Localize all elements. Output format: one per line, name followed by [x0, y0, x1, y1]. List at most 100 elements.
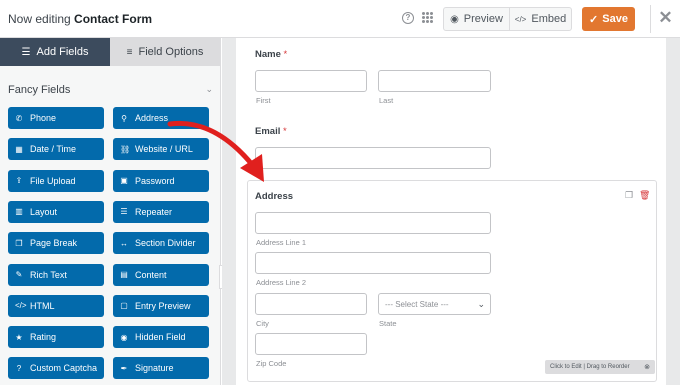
trash-icon[interactable]: 🗑 — [639, 190, 650, 201]
address-label: Address — [255, 191, 294, 202]
last-name-input[interactable] — [378, 70, 491, 92]
field-button-label: Page Break — [30, 238, 78, 249]
field-button-label: Entry Preview — [135, 300, 191, 311]
address-line2-input[interactable] — [255, 252, 491, 274]
reorder-hint: Click to Edit | Drag to Reorder ⊗ — [545, 360, 655, 374]
lock-icon: ▣ — [120, 176, 128, 186]
check-icon: ✓ — [589, 13, 599, 26]
preview-label: Preview — [463, 13, 503, 25]
field-button-signature[interactable]: ✒ Signature — [113, 357, 209, 380]
question-icon: ? — [16, 363, 22, 373]
field-button-html[interactable]: </> HTML — [8, 294, 104, 317]
phone-icon: ✆ — [15, 113, 23, 123]
preview-icon: ▢ — [120, 301, 128, 311]
address-line1-sublabel: Address Line 1 — [256, 238, 307, 247]
field-button-section-divider[interactable]: ↔ Section Divider — [113, 232, 209, 255]
copy-icon: ❐ — [15, 238, 23, 248]
editing-prefix: Now editing — [8, 12, 71, 26]
field-button-content[interactable]: ▤ Content — [113, 263, 209, 286]
required-mark: * — [283, 49, 288, 60]
field-button-label: Signature — [135, 363, 174, 374]
field-button-label: Rich Text — [30, 269, 67, 280]
eye-slash-icon: ◉ — [120, 332, 128, 342]
state-select[interactable]: --- Select State --- ⌄ — [378, 293, 491, 315]
field-button-label: Hidden Field — [135, 332, 186, 343]
field-button-label: HTML — [30, 300, 55, 311]
edit-icon: ✎ — [15, 270, 23, 279]
embed-label: Embed — [531, 13, 567, 25]
field-button-address[interactable]: ⚲ Address — [113, 107, 209, 129]
map-pin-icon: ⚲ — [121, 113, 127, 123]
section-title: Fancy Fields — [8, 84, 71, 96]
field-button-custom-captcha[interactable]: ? Custom Captcha — [8, 357, 104, 380]
field-button-password[interactable]: ▣ Password — [113, 169, 209, 192]
close-circle-icon[interactable]: ⊗ — [644, 363, 650, 371]
state-placeholder: --- Select State --- — [385, 299, 449, 309]
tab-add-fields[interactable]: ☰ Add Fields — [0, 38, 110, 66]
code-icon: </> — [514, 14, 527, 24]
field-button-label: Custom Captcha — [30, 363, 98, 374]
sidebar-tabs: ☰ Add Fields ≡ Field Options — [0, 38, 220, 66]
fancy-fields-header[interactable]: Fancy Fields ⌄ — [8, 84, 213, 96]
list-icon: ☰ — [21, 46, 31, 58]
field-button-label: Address — [135, 113, 169, 123]
editing-title: Now editing Contact Form — [8, 12, 152, 26]
zip-input[interactable] — [255, 333, 367, 355]
chevron-down-icon: ⌄ — [205, 84, 213, 94]
tab-label: Add Fields — [36, 46, 89, 58]
last-sublabel: Last — [379, 96, 394, 105]
field-button-layout[interactable]: ▥ Layout — [8, 200, 104, 223]
email-input[interactable] — [255, 147, 491, 169]
chevron-down-icon: ⌄ — [477, 298, 485, 309]
field-button-page-break[interactable]: ❐ Page Break — [8, 232, 104, 255]
field-button-label: Date / Time — [30, 144, 77, 155]
star-icon: ★ — [15, 332, 23, 342]
tab-field-options[interactable]: ≡ Field Options — [110, 38, 220, 66]
field-button-date-time[interactable]: ▦ Date / Time — [8, 138, 104, 161]
field-button-hidden-field[interactable]: ◉ Hidden Field — [113, 326, 209, 349]
help-icon[interactable]: ? — [402, 12, 414, 24]
layout-icon: ▥ — [15, 207, 23, 217]
field-button-entry-preview[interactable]: ▢ Entry Preview — [113, 294, 209, 317]
upload-icon: ⇪ — [15, 176, 23, 186]
field-button-label: Phone — [30, 113, 57, 123]
close-icon[interactable]: ✕ — [650, 5, 680, 33]
field-button-file-upload[interactable]: ⇪ File Upload — [8, 169, 104, 192]
field-button-website-url[interactable]: ⛓ Website / URL — [113, 138, 209, 161]
save-label: Save — [602, 13, 628, 25]
top-bar: Now editing Contact Form ? ◉ Preview </>… — [0, 0, 680, 38]
city-input[interactable] — [255, 293, 367, 315]
field-button-phone[interactable]: ✆ Phone — [8, 107, 104, 129]
preview-embed-group: ◉ Preview </> Embed — [443, 7, 572, 31]
sliders-icon: ≡ — [126, 46, 133, 58]
save-button[interactable]: ✓ Save — [582, 7, 635, 31]
preview-button[interactable]: ◉ Preview — [444, 8, 510, 30]
duplicate-icon[interactable]: ❐ — [625, 190, 633, 201]
field-button-repeater[interactable]: ☰ Repeater — [113, 200, 209, 223]
field-button-label: Password — [135, 175, 175, 186]
embed-button[interactable]: </> Embed — [510, 8, 571, 30]
email-label[interactable]: Email * — [255, 126, 287, 137]
name-label[interactable]: Name * — [255, 49, 287, 60]
first-name-input[interactable] — [255, 70, 367, 92]
zip-sublabel: Zip Code — [256, 359, 287, 368]
state-sublabel: State — [379, 319, 397, 328]
field-button-rating[interactable]: ★ Rating — [8, 326, 104, 349]
first-sublabel: First — [256, 96, 271, 105]
field-button-rich-text[interactable]: ✎ Rich Text — [8, 263, 104, 286]
code-icon: </> — [15, 301, 27, 311]
field-button-label: File Upload — [30, 175, 76, 186]
link-icon: ⛓ — [120, 144, 131, 154]
address-line1-input[interactable] — [255, 212, 491, 234]
field-button-label: Rating — [30, 332, 57, 343]
pen-icon: ✒ — [120, 363, 128, 373]
reorder-hint-text: Click to Edit | Drag to Reorder — [550, 364, 630, 370]
divider-icon: ↔ — [120, 238, 128, 248]
city-sublabel: City — [256, 319, 269, 328]
calendar-icon: ▦ — [15, 144, 23, 154]
tab-label: Field Options — [138, 46, 204, 58]
field-button-label: Section Divider — [135, 238, 196, 249]
content-icon: ▤ — [120, 270, 128, 279]
address-line2-sublabel: Address Line 2 — [256, 278, 307, 287]
apps-grid-icon[interactable] — [422, 12, 433, 23]
